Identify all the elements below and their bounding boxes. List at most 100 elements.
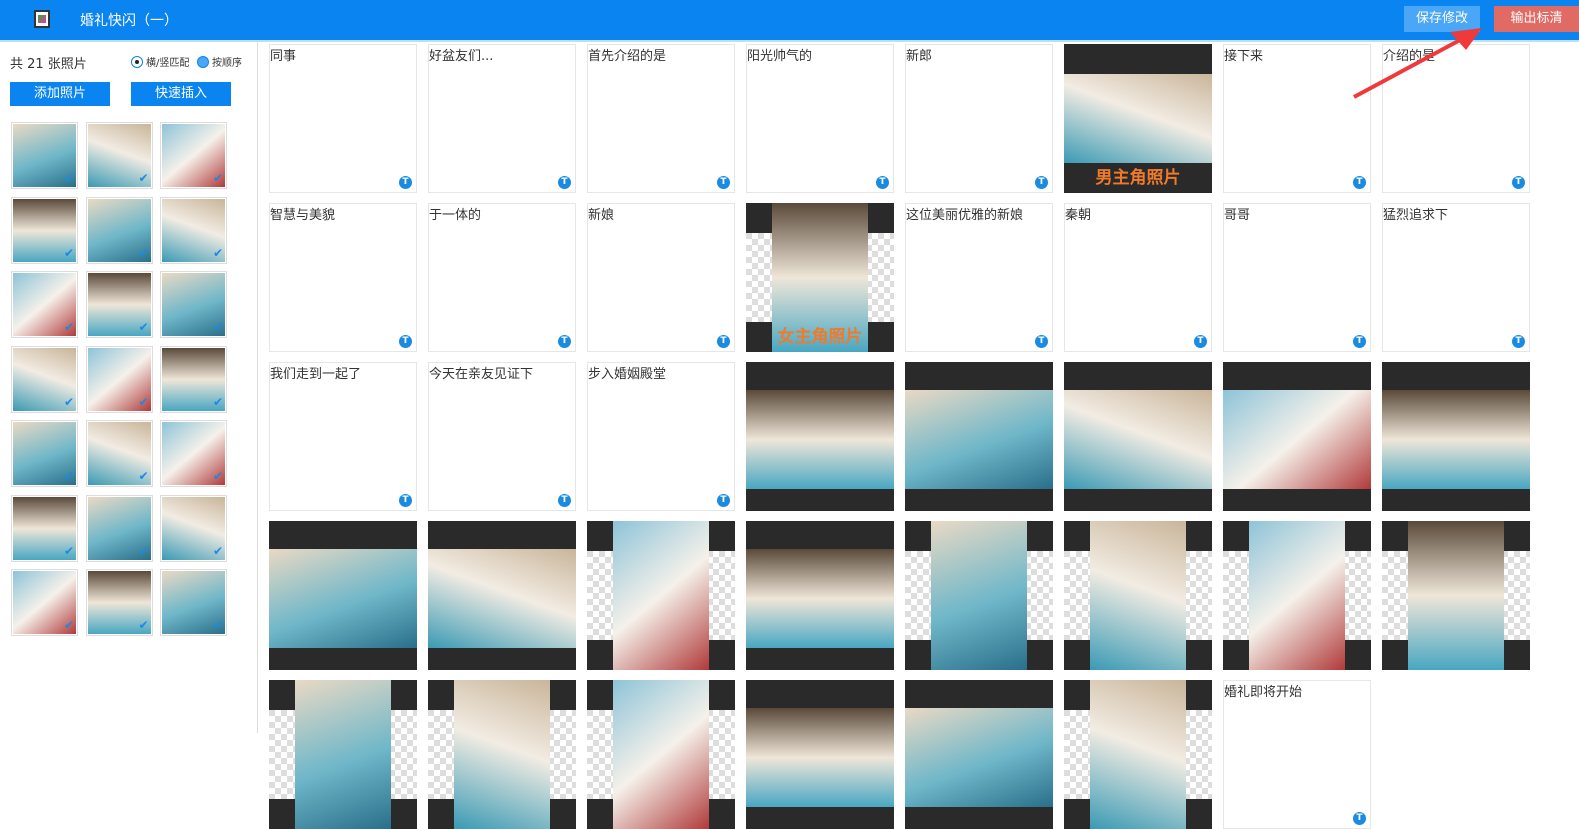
text-clip-cell[interactable]: 于一体的 T — [428, 203, 576, 352]
photo-thumbnail[interactable]: ✔ — [11, 122, 78, 189]
text-edit-icon[interactable]: T — [717, 494, 730, 507]
text-clip-cell[interactable]: 这位美丽优雅的新娘 T — [905, 203, 1053, 352]
text-edit-icon[interactable]: T — [399, 335, 412, 348]
photo-thumbnail[interactable]: ✔ — [11, 569, 78, 636]
photo-thumbnail[interactable]: ✔ — [160, 196, 227, 264]
photo-clip-cell[interactable] — [269, 680, 417, 829]
photo-clip-cell[interactable] — [1382, 521, 1530, 670]
letterbox-band — [1223, 362, 1371, 392]
photo-clip-cell[interactable] — [1064, 680, 1212, 829]
text-edit-icon[interactable]: T — [1194, 335, 1207, 348]
photo-thumbnail[interactable]: ✔ — [11, 345, 78, 413]
photo-thumbnail[interactable]: ✔ — [160, 420, 227, 487]
photo-clip-cell[interactable] — [428, 680, 576, 829]
photo-thumbnail[interactable]: ✔ — [85, 196, 153, 264]
text-edit-icon[interactable]: T — [1512, 176, 1525, 189]
text-clip-cell[interactable]: 新郎 T — [905, 44, 1053, 193]
text-edit-icon[interactable]: T — [1512, 335, 1525, 348]
photo-clip-cell[interactable] — [1064, 362, 1212, 511]
text-clip-cell[interactable]: 好盆友们... T — [428, 44, 576, 193]
clip-photo — [428, 549, 576, 648]
text-clip-cell[interactable]: 步入婚姻殿堂 T — [587, 362, 735, 511]
photo-thumbnail[interactable]: ✔ — [85, 345, 153, 413]
photo-clip-cell[interactable]: 男主角照片 — [1064, 44, 1212, 193]
text-edit-icon[interactable]: T — [717, 335, 730, 348]
text-clip-cell[interactable]: 智慧与美貌 T — [269, 203, 417, 352]
clip-text: 同事 — [270, 49, 297, 64]
check-icon: ✔ — [138, 245, 149, 260]
title-bar: 婚礼快闪（一） 保存修改 输出标清 — [0, 0, 1579, 40]
photo-clip-cell[interactable] — [905, 680, 1053, 829]
photo-thumbnail[interactable]: ✔ — [11, 420, 78, 487]
clip-text: 好盆友们... — [429, 49, 494, 64]
photo-thumbnail[interactable]: ✔ — [85, 494, 153, 562]
clip-text: 接下来 — [1224, 49, 1264, 64]
text-edit-icon[interactable]: T — [1353, 812, 1366, 825]
text-edit-icon[interactable]: T — [399, 176, 412, 189]
photo-clip-cell[interactable] — [1223, 362, 1371, 511]
quick-insert-button[interactable]: 快速插入 — [131, 82, 231, 106]
check-icon: ✔ — [212, 320, 223, 334]
photo-clip-cell[interactable] — [1382, 362, 1530, 511]
text-clip-cell[interactable]: 首先介绍的是 T — [587, 44, 735, 193]
photo-thumbnail[interactable]: ✔ — [160, 494, 227, 562]
text-edit-icon[interactable]: T — [876, 176, 889, 189]
photo-thumbnail[interactable]: ✔ — [11, 196, 78, 264]
clip-text: 步入婚姻殿堂 — [588, 367, 667, 382]
text-clip-cell[interactable]: 同事 T — [269, 44, 417, 193]
photo-clip-cell[interactable] — [905, 521, 1053, 670]
photo-clip-cell[interactable] — [1064, 521, 1212, 670]
radio-match[interactable]: 横/竖匹配 — [131, 54, 189, 69]
photo-thumbnail[interactable]: ✔ — [160, 271, 227, 338]
text-clip-cell[interactable]: 婚礼即将开始 T — [1223, 680, 1371, 829]
photo-thumbnail[interactable]: ✔ — [85, 122, 153, 189]
radio-order[interactable]: 按顺序 — [197, 54, 242, 69]
photo-thumbnail[interactable]: ✔ — [11, 271, 78, 338]
clip-photo — [1064, 390, 1212, 489]
text-clip-cell[interactable]: 今天在亲友见证下 T — [428, 362, 576, 511]
photo-clip-cell[interactable] — [746, 521, 894, 670]
photo-thumbnail[interactable]: ✔ — [160, 122, 227, 189]
photo-clip-cell[interactable]: 女主角照片 — [746, 203, 894, 352]
text-edit-icon[interactable]: T — [558, 335, 571, 348]
photo-clip-cell[interactable] — [746, 680, 894, 829]
photo-thumbnail[interactable]: ✔ — [160, 569, 227, 636]
text-clip-cell[interactable]: 猛烈追求下 T — [1382, 203, 1530, 352]
text-edit-icon[interactable]: T — [1353, 176, 1366, 189]
photo-thumbnail[interactable]: ✔ — [85, 569, 153, 636]
clip-photo — [746, 549, 894, 648]
text-clip-cell[interactable]: 介绍的是 T — [1382, 44, 1530, 193]
text-clip-cell[interactable]: 新娘 T — [587, 203, 735, 352]
text-clip-cell[interactable]: 我们走到一起了 T — [269, 362, 417, 511]
photo-clip-cell[interactable] — [1223, 521, 1371, 670]
text-edit-icon[interactable]: T — [717, 176, 730, 189]
clip-text: 婚礼即将开始 — [1224, 685, 1303, 700]
photo-clip-cell[interactable] — [587, 680, 735, 829]
role-caption: 女主角照片 — [777, 327, 863, 347]
clip-text: 介绍的是 — [1383, 49, 1436, 64]
text-edit-icon[interactable]: T — [399, 494, 412, 507]
add-photo-button[interactable]: 添加照片 — [10, 82, 110, 106]
export-sd-button[interactable]: 输出标清 — [1494, 6, 1579, 32]
photo-thumbnail[interactable]: ✔ — [85, 271, 153, 338]
photo-clip-cell[interactable] — [587, 521, 735, 670]
photo-count: 共 21 张照片 — [10, 57, 87, 72]
text-edit-icon[interactable]: T — [558, 494, 571, 507]
photo-clip-cell[interactable] — [269, 521, 417, 670]
text-edit-icon[interactable]: T — [1035, 176, 1048, 189]
photo-thumbnail[interactable]: ✔ — [85, 420, 153, 487]
text-edit-icon[interactable]: T — [558, 176, 571, 189]
photo-clip-cell[interactable] — [746, 362, 894, 511]
text-clip-cell[interactable]: 秦朝 T — [1064, 203, 1212, 352]
text-clip-cell[interactable]: 接下来 T — [1223, 44, 1371, 193]
text-clip-cell[interactable]: 哥哥 T — [1223, 203, 1371, 352]
photo-thumbnail[interactable]: ✔ — [11, 494, 78, 562]
photo-clip-cell[interactable] — [428, 521, 576, 670]
photo-thumbnail[interactable]: ✔ — [160, 345, 227, 413]
text-edit-icon[interactable]: T — [1035, 335, 1048, 348]
save-button[interactable]: 保存修改 — [1404, 6, 1480, 32]
text-clip-cell[interactable]: 阳光帅气的 T — [746, 44, 894, 193]
text-edit-icon[interactable]: T — [1353, 335, 1366, 348]
radio-unselected-icon — [197, 55, 209, 68]
photo-clip-cell[interactable] — [905, 362, 1053, 511]
